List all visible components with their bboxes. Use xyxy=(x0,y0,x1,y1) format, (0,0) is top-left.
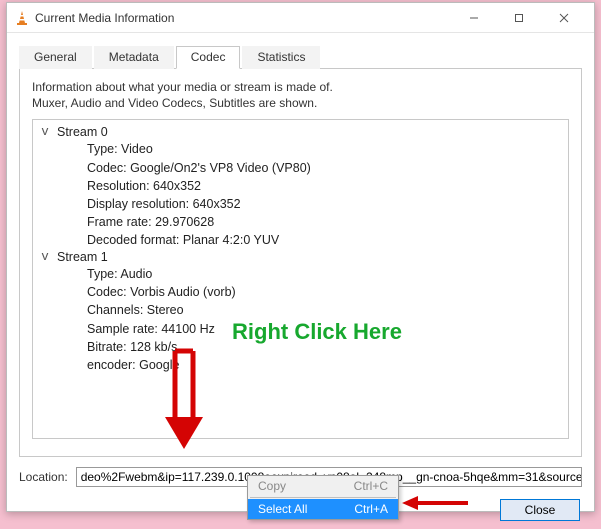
context-copy[interactable]: Copy Ctrl+C xyxy=(248,476,398,496)
context-menu: Copy Ctrl+C Select All Ctrl+A xyxy=(247,475,399,520)
chevron-down-icon[interactable]: v xyxy=(39,250,51,264)
context-select-all[interactable]: Select All Ctrl+A xyxy=(248,499,398,519)
titlebar: Current Media Information xyxy=(7,3,594,33)
context-separator xyxy=(250,497,396,498)
stream-1-codec: Codec: Vorbis Audio (vorb) xyxy=(39,283,562,301)
stream-0-display-resolution: Display resolution: 640x352 xyxy=(39,195,562,213)
stream-1-encoder: encoder: Google xyxy=(39,356,562,374)
tab-codec[interactable]: Codec xyxy=(176,46,241,69)
codec-tree[interactable]: v Stream 0 Type: Video Codec: Google/On2… xyxy=(32,119,569,439)
vlc-icon xyxy=(15,10,29,26)
context-selectall-keys: Ctrl+A xyxy=(354,502,388,516)
stream-0-type: Type: Video xyxy=(39,140,562,158)
close-window-button[interactable] xyxy=(541,4,586,32)
codec-description: Information about what your media or str… xyxy=(32,79,569,111)
tab-statistics[interactable]: Statistics xyxy=(242,46,320,69)
window-title: Current Media Information xyxy=(35,11,451,25)
chevron-down-icon[interactable]: v xyxy=(39,125,51,139)
stream-1-channels: Channels: Stereo xyxy=(39,301,562,319)
tabstrip: General Metadata Codec Statistics xyxy=(19,45,582,69)
stream-1-type: Type: Audio xyxy=(39,265,562,283)
stream-1-header[interactable]: v Stream 1 xyxy=(39,249,562,265)
stream-0-framerate: Frame rate: 29.970628 xyxy=(39,213,562,231)
stream-1-label: Stream 1 xyxy=(57,250,108,264)
maximize-button[interactable] xyxy=(496,4,541,32)
context-copy-keys: Ctrl+C xyxy=(354,479,388,493)
desc-line2: Muxer, Audio and Video Codecs, Subtitles… xyxy=(32,95,569,111)
context-copy-label: Copy xyxy=(258,479,286,493)
stream-0-codec: Codec: Google/On2's VP8 Video (VP80) xyxy=(39,159,562,177)
close-button[interactable]: Close xyxy=(500,499,580,521)
stream-0-header[interactable]: v Stream 0 xyxy=(39,124,562,140)
media-info-window: Current Media Information General Metada… xyxy=(6,2,595,512)
stream-0-label: Stream 0 xyxy=(57,125,108,139)
tab-general[interactable]: General xyxy=(19,46,92,69)
stream-0-resolution: Resolution: 640x352 xyxy=(39,177,562,195)
stream-0-decoded-format: Decoded format: Planar 4:2:0 YUV xyxy=(39,231,562,249)
desc-line1: Information about what your media or str… xyxy=(32,79,569,95)
codec-panel: Information about what your media or str… xyxy=(19,69,582,457)
location-label: Location: xyxy=(19,470,68,484)
minimize-button[interactable] xyxy=(451,4,496,32)
context-selectall-label: Select All xyxy=(258,502,307,516)
annotation-text: Right Click Here xyxy=(232,319,402,345)
annotation-arrow-down xyxy=(155,347,211,457)
tab-metadata[interactable]: Metadata xyxy=(94,46,174,69)
annotation-arrow-left xyxy=(400,493,470,513)
